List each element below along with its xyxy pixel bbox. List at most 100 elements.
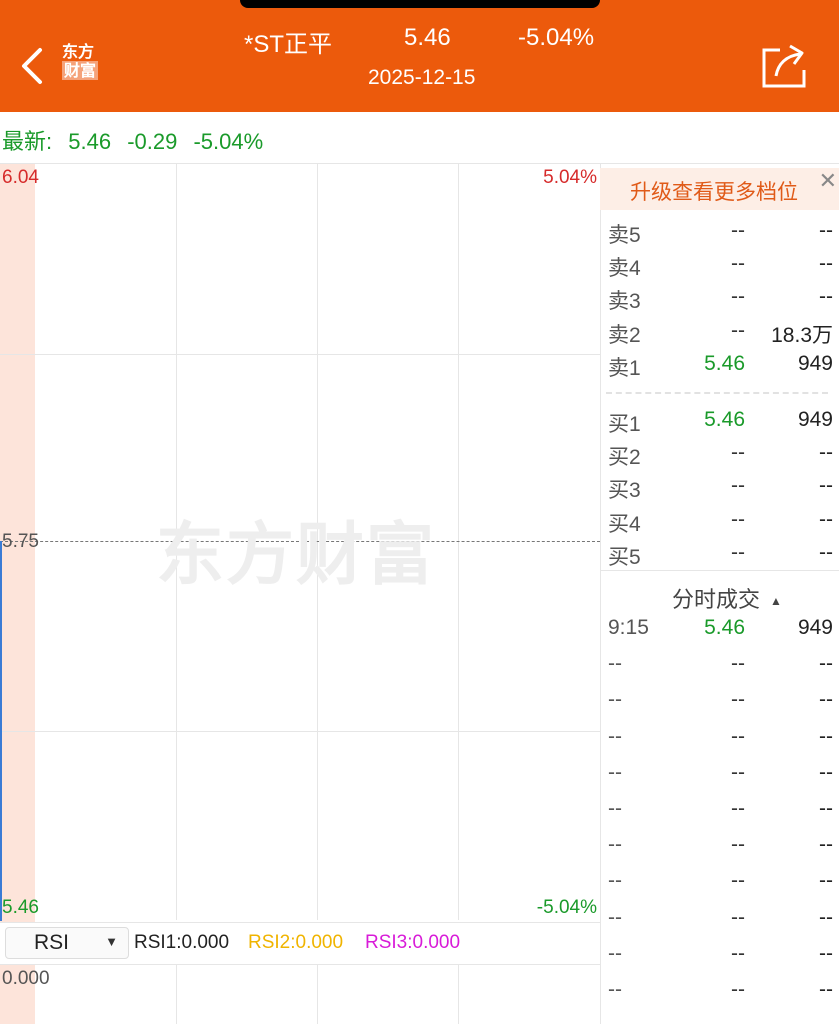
tick-row: 9:15 5.46 949 — [600, 612, 839, 645]
back-button[interactable] — [18, 44, 48, 88]
close-icon[interactable]: ✕ — [819, 168, 837, 194]
tick-price: -- — [731, 869, 745, 893]
tick-row: -- -- -- — [600, 902, 839, 935]
latest-pct: -5.04% — [193, 129, 264, 154]
tick-price: -- — [731, 760, 745, 784]
brand-logo: 东方 财富 — [62, 42, 108, 88]
tick-time: 9:15 — [608, 616, 649, 639]
rsi1-value: RSI1:0.000 — [134, 932, 230, 953]
stock-change-pct: -5.04% — [518, 24, 595, 51]
tick-price: -- — [731, 978, 745, 1001]
sell-row: 卖2 -- 18.3万 — [600, 315, 839, 348]
tick-price: -- — [731, 688, 745, 712]
rsi-axis-value: 0.000 — [2, 968, 50, 989]
triangle-up-icon: ▲ — [770, 594, 782, 609]
buy-row: 买2 -- -- — [600, 437, 839, 470]
tick-vol: -- — [819, 869, 833, 893]
rsi3-value: RSI3:0.000 — [365, 932, 461, 953]
title-bar: 东方 财富 *ST正平 5.46 -5.04% 2025-12-15 — [0, 0, 839, 112]
sell-row: 卖5 -- -- — [600, 215, 839, 248]
buy-row: 买4 -- -- — [600, 504, 839, 537]
buy-price: -- — [731, 507, 745, 531]
sell-vol: -- — [819, 285, 833, 309]
axis-high-price: 6.04 — [2, 167, 39, 188]
price-line — [0, 541, 2, 921]
buy-vol: -- — [819, 474, 833, 498]
tick-price: -- — [731, 905, 745, 929]
tick-time: -- — [608, 688, 622, 712]
sell-vol: 18.3万 — [771, 323, 833, 347]
stock-price: 5.46 — [404, 24, 451, 51]
tick-row: -- -- -- — [600, 721, 839, 754]
axis-prev-close: 5.75 — [2, 531, 39, 552]
share-button[interactable] — [760, 42, 808, 90]
tick-price: -- — [731, 652, 745, 676]
buy-label: 买4 — [608, 512, 641, 536]
chevron-left-icon — [22, 48, 42, 84]
tick-price: -- — [731, 833, 745, 857]
buy-row: 买5 -- -- — [600, 537, 839, 570]
tick-row: -- -- -- — [600, 684, 839, 717]
tick-row: -- -- -- — [600, 865, 839, 898]
logo-line-2: 财富 — [62, 61, 99, 80]
latest-quote: 最新: 5.46 -0.29 -5.04% — [2, 124, 273, 156]
intraday-chart[interactable]: 东方财富 6.04 5.04% 5.75 5.46 -5.04% 0.000 — [0, 164, 600, 1024]
tick-time: -- — [608, 833, 622, 857]
sell-vol: 949 — [797, 351, 833, 375]
tick-vol: -- — [819, 688, 833, 712]
grid-line — [176, 964, 177, 1024]
sell-label: 卖1 — [608, 356, 641, 380]
axis-low-price: 5.46 — [2, 897, 39, 918]
buy-price: 5.46 — [704, 408, 745, 431]
sell-vol: -- — [819, 252, 833, 276]
upgrade-banner[interactable]: 升级查看更多档位 ✕ — [600, 168, 839, 210]
grid-line — [458, 164, 459, 920]
rsi2-value: RSI2:0.000 — [248, 932, 344, 953]
upgrade-text: 升级查看更多档位 — [630, 181, 798, 204]
tick-price: 5.46 — [704, 616, 745, 639]
divider — [600, 570, 839, 571]
indicator-select[interactable]: RSI ▼ — [5, 927, 129, 959]
tick-vol: -- — [819, 797, 833, 820]
tick-row: -- -- -- — [600, 793, 839, 826]
buy-row: 买1 5.46 949 — [600, 404, 839, 437]
sell-row: 卖1 5.46 949 — [600, 348, 839, 381]
trade-date: 2025-12-15 — [368, 66, 476, 89]
dropdown-arrow-icon: ▼ — [105, 934, 118, 949]
tick-time: -- — [608, 905, 622, 929]
sell-price: -- — [731, 219, 745, 242]
sell-label: 卖2 — [608, 323, 641, 347]
tick-price: -- — [731, 797, 745, 820]
buy-vol: -- — [819, 540, 833, 564]
axis-low-pct: -5.04% — [536, 897, 597, 918]
grid-line — [458, 964, 459, 1024]
tick-row: -- -- -- — [600, 974, 839, 1007]
sell-row: 卖3 -- -- — [600, 281, 839, 314]
buy-label: 买1 — [608, 413, 641, 436]
sell-price: -- — [731, 318, 745, 342]
watermark: 东方财富 — [156, 516, 437, 595]
tick-price: -- — [731, 941, 745, 965]
tick-time: -- — [608, 941, 622, 965]
tick-vol: -- — [819, 941, 833, 965]
grid-line — [0, 731, 600, 732]
tick-vol: 949 — [797, 616, 833, 639]
buy-vol: -- — [819, 441, 833, 465]
buy-price: -- — [731, 474, 745, 498]
tick-row: -- -- -- — [600, 938, 839, 971]
buy-vol: 949 — [797, 408, 833, 431]
sell-row: 卖4 -- -- — [600, 248, 839, 281]
tick-vol: -- — [819, 652, 833, 676]
buy-label: 买3 — [608, 479, 641, 503]
indicator-value: RSI — [34, 931, 70, 954]
latest-price: 5.46 — [68, 129, 112, 154]
sell-vol: -- — [819, 219, 833, 242]
share-icon — [762, 44, 806, 88]
tick-row: -- -- -- — [600, 829, 839, 862]
logo-line-1: 东方 — [62, 42, 95, 61]
tick-vol: -- — [819, 978, 833, 1001]
tick-row: -- -- -- — [600, 757, 839, 790]
tick-time: -- — [608, 724, 622, 748]
sell-price: -- — [731, 252, 745, 276]
ticks-header[interactable]: 分时成交 ▲ — [672, 582, 782, 614]
